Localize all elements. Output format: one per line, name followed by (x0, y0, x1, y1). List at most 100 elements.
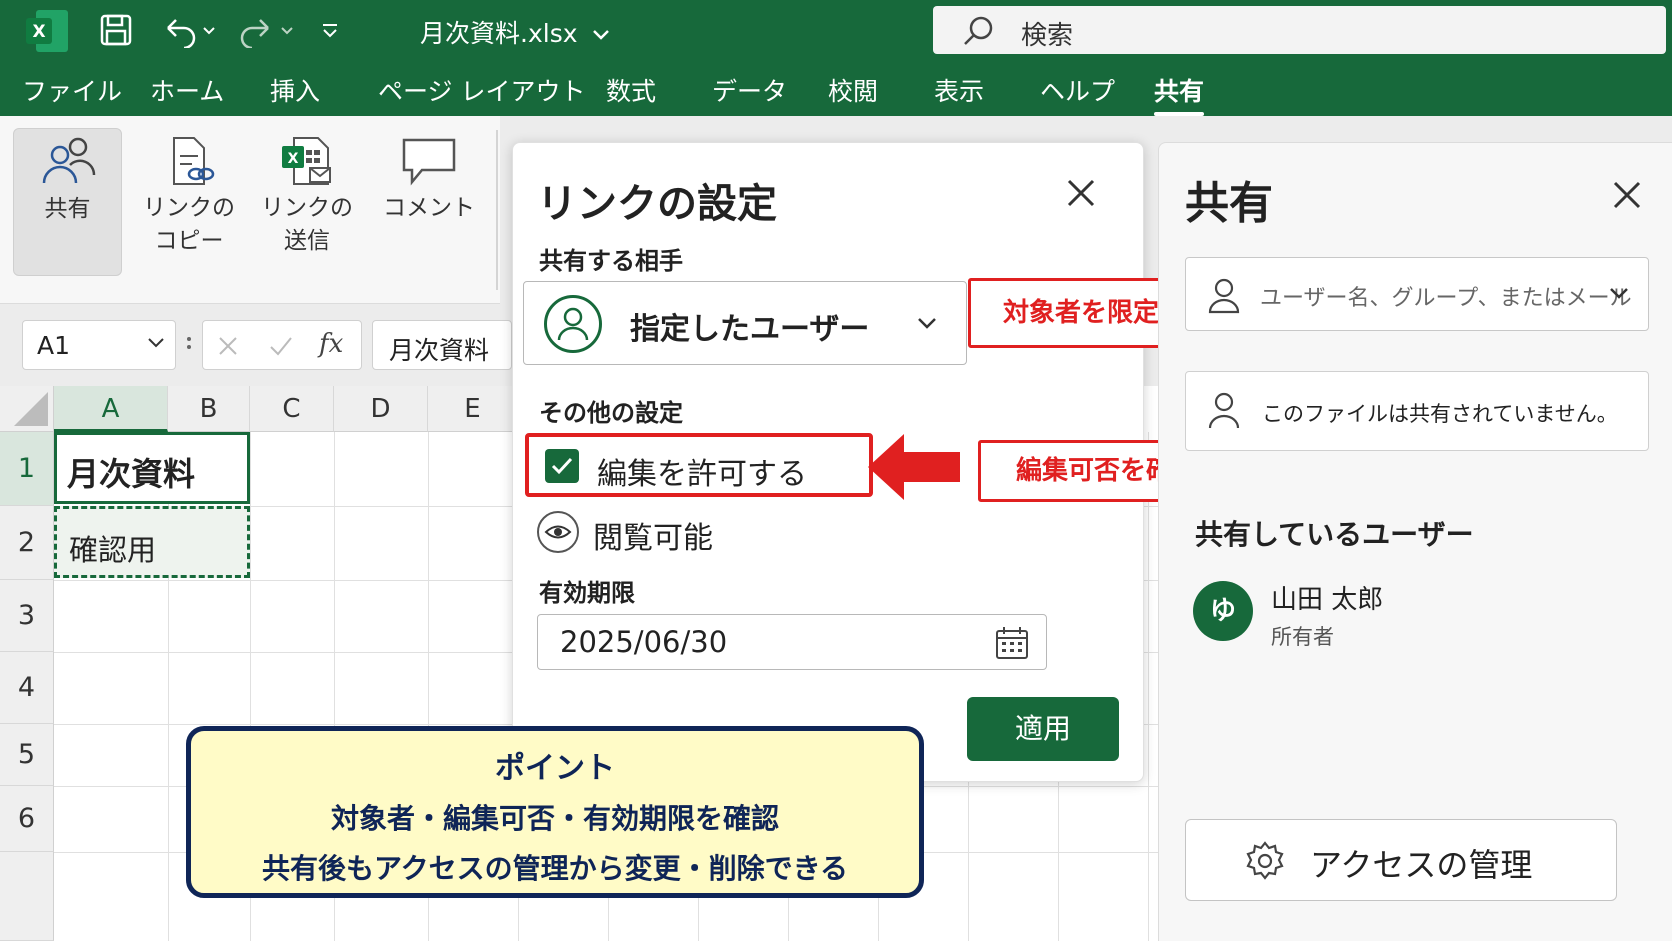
apply-button[interactable]: 適用 (967, 697, 1119, 761)
row-header-1[interactable]: 1 (0, 432, 54, 506)
redo-icon[interactable] (238, 12, 298, 48)
more-options-icon[interactable] (184, 334, 194, 356)
tab-page-layout[interactable]: ページ レイアウト (378, 72, 585, 108)
column-header-a[interactable]: A (54, 386, 168, 432)
formula-buttons: fx (202, 320, 362, 370)
customize-toolbar-icon[interactable] (318, 12, 342, 48)
menu-bar: ファイル ホーム 挿入 ページ レイアウト 数式 データ 校閲 表示 ヘルプ 共… (0, 62, 1672, 116)
search-placeholder: 検索 (1021, 21, 1074, 51)
share-button[interactable]: 共有 (13, 128, 122, 276)
name-box[interactable]: A1 (22, 320, 176, 370)
manage-access-label: アクセスの管理 (1310, 846, 1533, 884)
share-user-input[interactable]: ユーザー名、グループ、またはメール (1185, 257, 1649, 331)
tab-data[interactable]: データ (712, 72, 787, 108)
chevron-down-icon (593, 30, 610, 40)
expiry-date-input[interactable]: 2025/06/30 (537, 614, 1047, 670)
cancel-icon[interactable] (217, 335, 239, 357)
other-settings-label: その他の設定 (539, 399, 683, 427)
point-box: ポイント 対象者・編集可否・有効期限を確認 共有後もアクセスの管理から変更・削除… (186, 726, 924, 898)
ribbon: 共有 リンクの コピー X リンクの 送信 コメント (0, 116, 500, 304)
copy-link-button[interactable]: リンクの コピー (134, 128, 244, 276)
column-header-b[interactable]: B (168, 386, 250, 432)
formula-input[interactable]: 月次資料 (372, 320, 512, 370)
ribbon-separator (496, 130, 498, 290)
row-header-5[interactable]: 5 (0, 724, 54, 786)
row-header-7[interactable] (0, 852, 54, 941)
view-only-option[interactable]: 閲覧可能 (537, 505, 837, 565)
confirm-icon[interactable] (269, 335, 293, 357)
title-bar: X 月次資料.xlsx 検索 (0, 0, 1672, 62)
chevron-down-icon (148, 338, 164, 348)
share-button-label: 共有 (44, 196, 91, 222)
dialog-title: リンクの設定 (537, 181, 777, 227)
person-icon (544, 295, 602, 353)
comment-label: コメント (383, 195, 475, 221)
cell-a1[interactable]: 月次資料 (54, 432, 250, 504)
column-header-c[interactable]: C (250, 386, 334, 432)
tab-help[interactable]: ヘルプ (1040, 72, 1115, 108)
row-header-4[interactable]: 4 (0, 652, 54, 724)
row-header-2[interactable]: 2 (0, 506, 54, 580)
tab-share[interactable]: 共有 (1154, 72, 1205, 116)
select-all-triangle-icon (14, 392, 48, 426)
name-box-value: A1 (37, 331, 71, 360)
send-link-label-2: 送信 (284, 228, 330, 254)
comment-button[interactable]: コメント (374, 128, 484, 276)
formula-value: 月次資料 (389, 336, 490, 365)
red-arrow-icon (868, 434, 960, 500)
point-line-2: 共有後もアクセスの管理から変更・削除できる (261, 852, 849, 885)
function-icon[interactable]: fx (319, 329, 343, 359)
checkmark-icon (551, 457, 573, 475)
user-role: 所有者 (1271, 625, 1334, 649)
svg-text:X: X (32, 22, 45, 42)
copy-link-icon (173, 137, 215, 185)
undo-icon[interactable] (160, 12, 220, 48)
chevron-down-icon[interactable] (1608, 286, 1630, 300)
share-status: このファイルは共有されていません。 (1185, 371, 1649, 451)
send-link-button[interactable]: X リンクの 送信 (252, 128, 362, 276)
share-user-placeholder: ユーザー名、グループ、またはメール (1260, 286, 1632, 311)
row-header-6[interactable]: 6 (0, 786, 54, 852)
send-link-icon: X (282, 137, 331, 185)
chevron-down-icon (918, 318, 936, 329)
search-box[interactable]: 検索 (933, 6, 1666, 54)
tab-file[interactable]: ファイル (22, 72, 122, 108)
avatar: ゆ (1193, 581, 1253, 641)
person-icon (1208, 392, 1240, 429)
tab-insert[interactable]: 挿入 (270, 72, 320, 108)
file-name-dropdown[interactable]: 月次資料.xlsx (420, 14, 611, 50)
expiry-label: 有効期限 (539, 579, 635, 607)
cell-a2[interactable]: 確認用 (54, 506, 250, 578)
row-header-3[interactable]: 3 (0, 580, 54, 652)
column-header-d[interactable]: D (334, 386, 428, 432)
share-with-value: 指定したユーザー (630, 312, 870, 347)
user-name: 山田 太郎 (1271, 585, 1384, 615)
allow-edit-checkbox[interactable] (545, 449, 579, 483)
tab-formulas[interactable]: 数式 (606, 72, 656, 108)
share-with-dropdown[interactable]: 指定したユーザー (523, 281, 967, 365)
tab-review[interactable]: 校閲 (828, 72, 878, 108)
allow-edit-option[interactable]: 編集を許可する (525, 433, 873, 497)
column-header-e[interactable]: E (428, 386, 518, 432)
point-line-1: 対象者・編集可否・有効期限を確認 (330, 802, 779, 835)
shared-users-label: 共有しているユーザー (1195, 518, 1474, 551)
save-icon[interactable] (98, 12, 134, 48)
tab-home[interactable]: ホーム (150, 72, 224, 108)
tab-view[interactable]: 表示 (934, 72, 984, 108)
expiry-date-value: 2025/06/30 (560, 625, 728, 659)
person-icon (1208, 278, 1240, 314)
select-all-corner[interactable] (0, 386, 54, 432)
share-pane: 共有 ユーザー名、グループ、またはメール このファイルは共有されていません。 共… (1158, 142, 1672, 941)
point-title: ポイント (495, 751, 615, 786)
share-with-label: 共有する相手 (539, 247, 683, 275)
share-pane-title: 共有 (1185, 178, 1273, 229)
view-only-label: 閲覧可能 (593, 521, 713, 556)
calendar-icon[interactable] (994, 625, 1030, 661)
manage-access-button[interactable]: アクセスの管理 (1185, 819, 1617, 901)
send-link-label-1: リンクの (261, 195, 353, 221)
excel-logo-icon: X (26, 10, 68, 52)
copy-link-label-1: リンクの (143, 195, 235, 221)
share-status-text: このファイルは共有されていません。 (1262, 402, 1618, 426)
close-icon[interactable] (1611, 179, 1643, 211)
close-icon[interactable] (1061, 173, 1101, 213)
